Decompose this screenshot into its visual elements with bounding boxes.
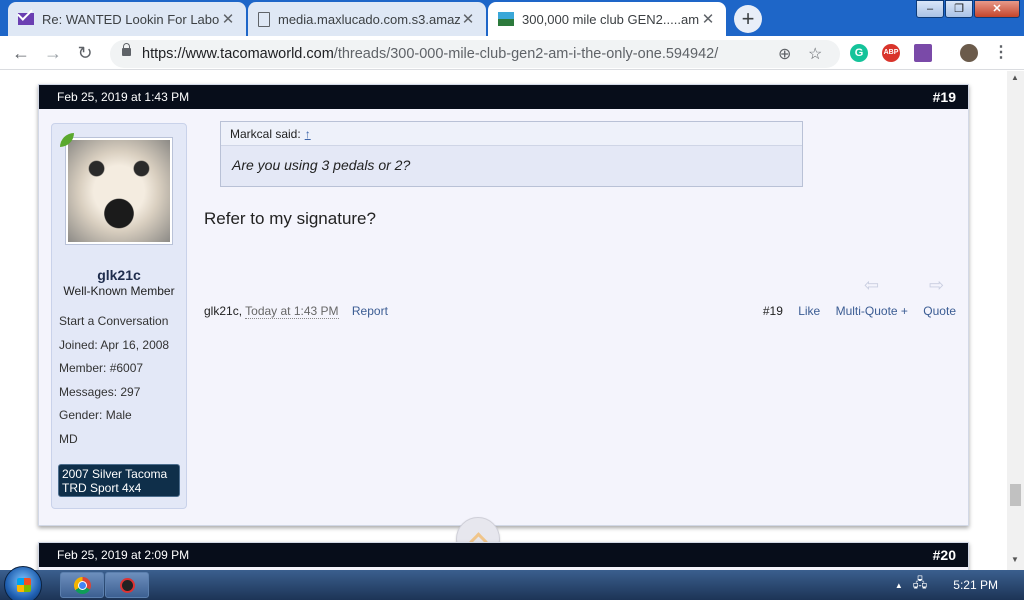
quote-author: Markcal said: — [230, 127, 301, 141]
post-header: Feb 25, 2019 at 2:09 PM #20 — [39, 543, 968, 567]
zoom-icon[interactable]: ⊕ — [778, 44, 791, 64]
back-button[interactable]: ← — [10, 42, 32, 64]
show-hidden-icons[interactable]: ▲ — [895, 581, 903, 590]
report-link[interactable]: Report — [352, 304, 388, 318]
scroll-up-icon[interactable]: ▲ — [1011, 73, 1019, 82]
like-link[interactable]: Like — [798, 304, 820, 318]
maximize-button[interactable]: ❐ — [945, 0, 973, 18]
tab-tacomaworld[interactable]: 300,000 mile club GEN2.....am I th ✕ — [488, 2, 726, 36]
url-text[interactable]: https://www.tacomaworld.com/threads/300-… — [142, 46, 718, 62]
scrollbar-thumb[interactable] — [1010, 484, 1021, 506]
footer-post-number[interactable]: #19 — [763, 304, 783, 318]
menu-icon[interactable]: ⋮ — [992, 44, 1010, 62]
windows-logo-icon — [17, 578, 31, 592]
network-icon[interactable]: 🖧 — [913, 574, 928, 596]
tab-title: media.maxlucado.com.s3.amazon — [278, 11, 460, 27]
quote-link[interactable]: Quote — [923, 304, 956, 318]
taskbar-app[interactable] — [105, 572, 149, 598]
start-button[interactable] — [4, 566, 42, 600]
tacomaworld-icon — [498, 12, 514, 26]
mail-icon — [18, 13, 34, 25]
start-conversation-link[interactable]: Start a Conversation — [59, 314, 169, 338]
browser-tabstrip: Re: WANTED Lookin For Labor Ul ✕ media.m… — [0, 0, 1024, 36]
address-bar[interactable]: https://www.tacomaworld.com/threads/300-… — [110, 40, 840, 68]
post-19: Feb 25, 2019 at 1:43 PM #19 glk21c Well-… — [38, 84, 969, 526]
post-date: Feb 25, 2019 at 2:09 PM — [57, 548, 190, 562]
member-row: Member: #6007 — [59, 361, 144, 375]
page-content: Feb 25, 2019 at 1:43 PM #19 glk21c Well-… — [0, 71, 1007, 570]
reload-button[interactable]: ↻ — [74, 42, 96, 64]
post-number-link[interactable]: #19 — [933, 89, 956, 105]
truck-badge: 2007 Silver Tacoma TRD Sport 4x4 — [58, 464, 180, 497]
tab-close-icon[interactable]: ✕ — [220, 10, 236, 28]
taskbar-chrome[interactable] — [60, 572, 104, 598]
multi-quote-link[interactable]: Multi-Quote + — [836, 304, 908, 318]
grammarly-icon[interactable]: G — [850, 44, 868, 62]
location-row: MD — [59, 431, 78, 446]
tab-title: Re: WANTED Lookin For Labor Ul — [42, 11, 220, 27]
post-number-link[interactable]: #20 — [933, 547, 956, 563]
extension-icon[interactable] — [914, 44, 932, 62]
next-post-arrow-icon[interactable]: ⇨ — [929, 275, 944, 296]
chrome-icon — [74, 577, 91, 594]
gender-row: Gender: Male — [59, 408, 132, 422]
post-date: Feb 25, 2019 at 1:43 PM — [57, 90, 190, 104]
lock-icon[interactable] — [122, 43, 131, 56]
post-header: Feb 25, 2019 at 1:43 PM #19 — [39, 85, 968, 109]
new-tab-button[interactable]: + — [734, 5, 762, 33]
tab-title: 300,000 mile club GEN2.....am I th — [522, 11, 700, 27]
adblock-icon[interactable]: ABP — [882, 44, 900, 62]
bookmark-star-icon[interactable]: ☆ — [808, 44, 822, 64]
quote-text: Are you using 3 pedals or 2? — [232, 157, 411, 173]
avatar[interactable] — [65, 137, 173, 245]
post-20: Feb 25, 2019 at 2:09 PM #20 — [38, 542, 969, 570]
blocked-app-icon — [120, 578, 135, 593]
prev-post-arrow-icon[interactable]: ⇦ — [864, 275, 879, 296]
page-scrollbar[interactable]: ▲ ▼ — [1007, 71, 1024, 570]
user-title: Well-Known Member — [63, 284, 175, 298]
clock[interactable]: 5:21 PM — [953, 578, 998, 592]
window-controls: – ❐ ✕ — [916, 0, 1020, 18]
post-message: Refer to my signature? — [204, 209, 376, 228]
scroll-down-icon[interactable]: ▼ — [1011, 555, 1019, 564]
forward-button[interactable]: → — [42, 42, 64, 64]
user-details: Start a Conversation Joined: Apr 16, 200… — [59, 314, 169, 455]
tab-close-icon[interactable]: ✕ — [700, 10, 716, 28]
tab-media[interactable]: media.maxlucado.com.s3.amazon ✕ — [248, 2, 486, 36]
tab-gmail[interactable]: Re: WANTED Lookin For Labor Ul ✕ — [8, 2, 246, 36]
quote-block: Markcal said: ↑ Are you using 3 pedals or… — [220, 121, 803, 187]
user-info-box: glk21c Well-Known Member Start a Convers… — [51, 123, 187, 509]
minimize-button[interactable]: – — [916, 0, 944, 18]
joined-row: Joined: Apr 16, 2008 — [59, 337, 170, 352]
tab-close-icon[interactable]: ✕ — [460, 10, 476, 28]
windows-taskbar: ▲ 🖧 5:21 PM — [0, 566, 1024, 600]
username-link[interactable]: glk21c — [52, 267, 186, 283]
system-tray: ▲ 🖧 5:21 PM — [895, 570, 1024, 600]
browser-toolbar: ← → ↻ https://www.tacomaworld.com/thread… — [0, 36, 1024, 70]
document-icon — [258, 11, 270, 27]
profile-avatar[interactable] — [960, 44, 978, 62]
quote-jump-arrow-icon[interactable]: ↑ — [305, 127, 311, 141]
post-time[interactable]: Today at 1:43 PM — [245, 304, 339, 319]
messages-row: Messages: 297 — [59, 384, 141, 399]
dog-avatar-image — [68, 140, 170, 242]
quote-header: Markcal said: ↑ — [221, 122, 802, 146]
footer-author-link[interactable]: glk21c, — [204, 304, 242, 318]
close-window-button[interactable]: ✕ — [974, 0, 1020, 18]
